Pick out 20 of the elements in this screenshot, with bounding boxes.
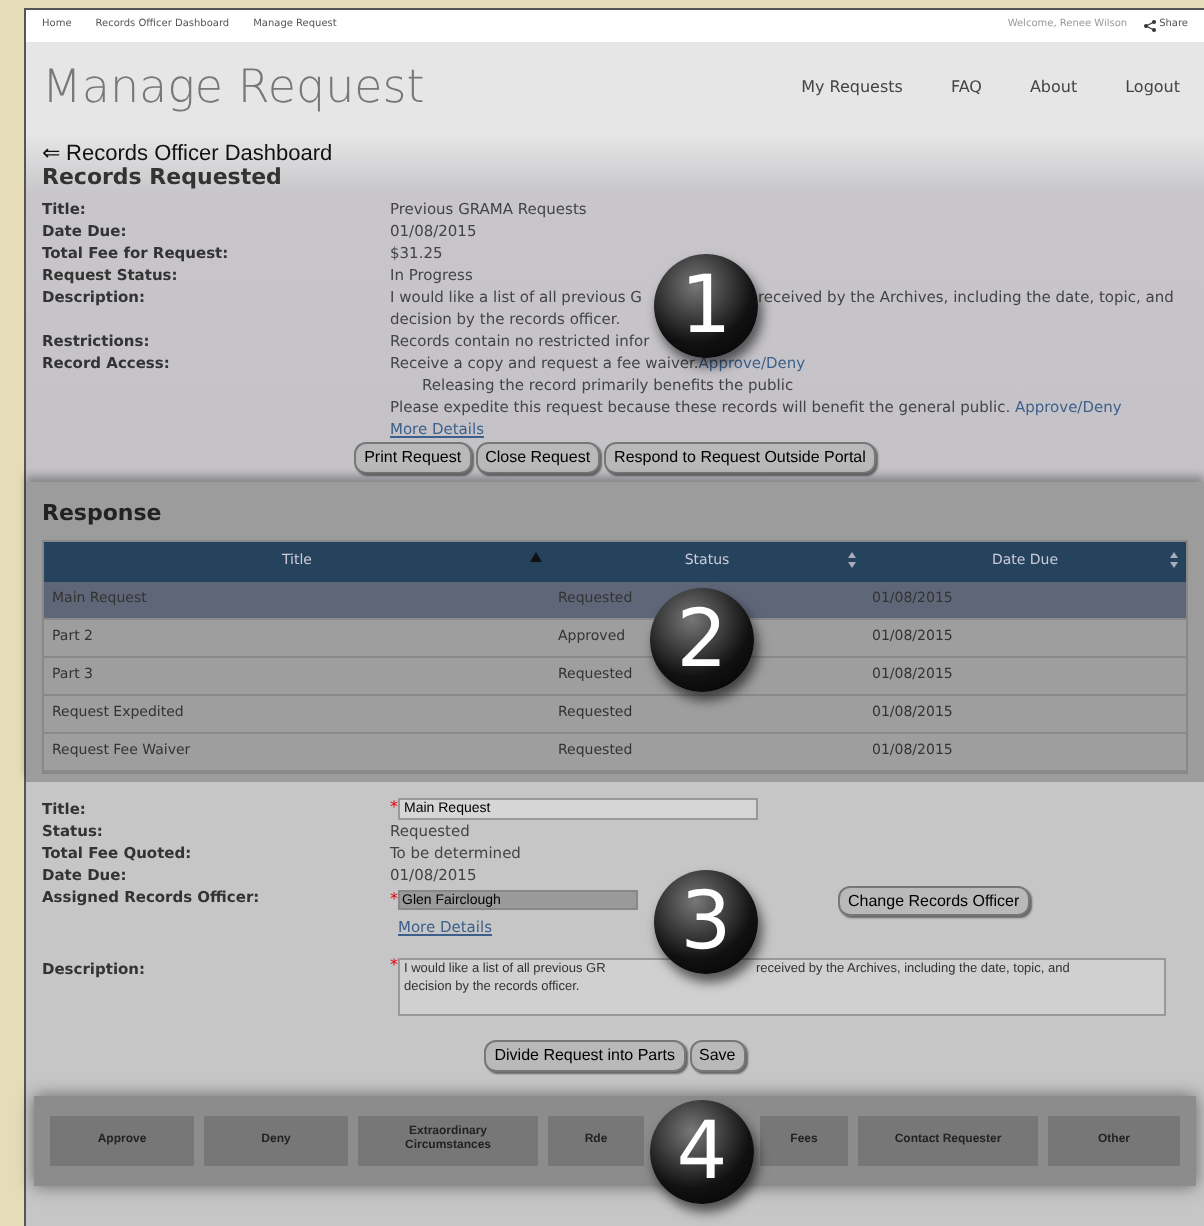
action-button[interactable]: Close Request bbox=[475, 442, 601, 474]
action-button[interactable]: Change Records Officer bbox=[838, 885, 1030, 915]
share-icon bbox=[1143, 20, 1156, 32]
section-heading: Response bbox=[42, 498, 164, 530]
back-link[interactable]: ⇐ Records Officer Dashboard bbox=[42, 142, 1188, 166]
section-heading: Records Requested bbox=[42, 166, 284, 190]
page-title: Manage Request bbox=[42, 59, 425, 118]
sort-icon[interactable] bbox=[1170, 551, 1178, 567]
nav-link[interactable]: FAQ bbox=[950, 76, 982, 100]
required-mark: * bbox=[390, 957, 398, 977]
nav-link[interactable]: Logout bbox=[1125, 76, 1180, 100]
sort-icon[interactable] bbox=[848, 551, 856, 567]
action-button[interactable]: Print Request bbox=[354, 442, 472, 474]
nav-link[interactable]: About bbox=[1029, 76, 1078, 100]
action-button[interactable]: Respond to Request Outside Portal bbox=[604, 442, 876, 474]
action-button[interactable]: Divide Request into Parts bbox=[484, 1039, 686, 1071]
nav-link[interactable]: My Requests bbox=[801, 76, 903, 100]
action-button[interactable]: Save bbox=[689, 1039, 746, 1071]
required-mark: * bbox=[390, 892, 398, 908]
required-mark: * bbox=[390, 800, 398, 816]
